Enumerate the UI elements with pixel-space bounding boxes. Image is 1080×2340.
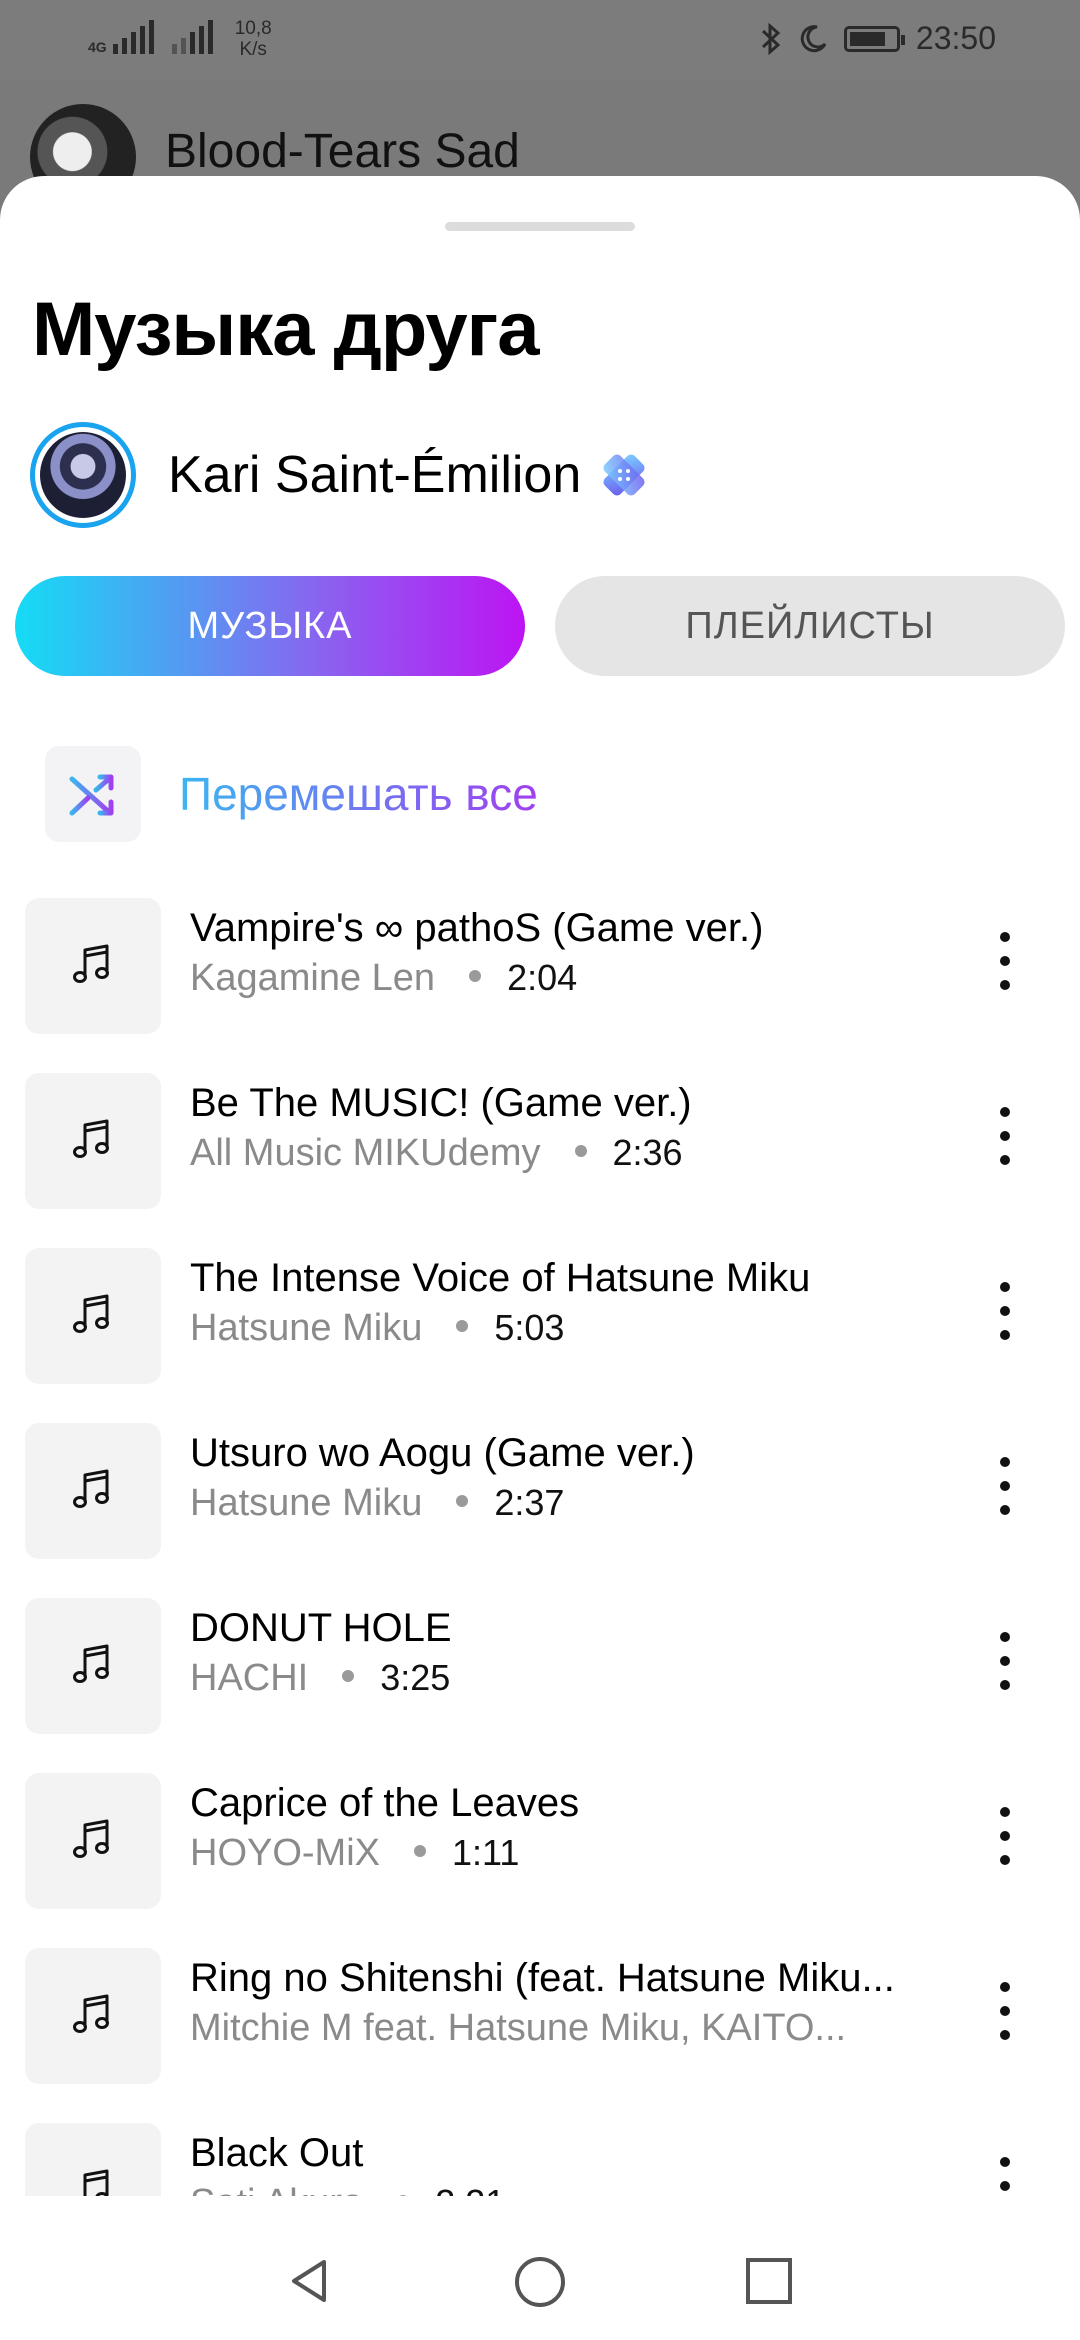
track-subtitle: Mitchie M feat. Hatsune Miku, KAITO... xyxy=(190,2007,950,2050)
track-row[interactable]: Be The MUSIC! (Game ver.) All Music MIKUd… xyxy=(0,1065,1080,1240)
separator-dot xyxy=(574,1145,587,1158)
music-note-icon xyxy=(71,942,115,991)
track-duration: 2:21 xyxy=(435,2182,505,2196)
track-row[interactable]: DONUT HOLE HACHI 3:25 xyxy=(0,1590,1080,1765)
track-list: Vampire's ∞ pathoS (Game ver.) Kagamine L… xyxy=(0,890,1080,2196)
track-cover xyxy=(25,898,161,1034)
network-type: 4G xyxy=(88,39,107,55)
friend-name: Kari Saint-Émilion xyxy=(168,446,582,504)
cellular-signal-icon-2 xyxy=(171,18,213,54)
track-artist: Hatsune Miku xyxy=(190,1482,423,1524)
verified-badge-icon xyxy=(603,454,645,496)
track-title: Ring no Shitenshi (feat. Hatsune Miku... xyxy=(190,1956,895,2000)
music-note-icon xyxy=(71,1292,115,1341)
music-note-icon xyxy=(71,1642,115,1691)
track-artist: Mitchie M feat. Hatsune Miku, KAITO... xyxy=(190,2007,847,2049)
music-note-icon xyxy=(71,2167,115,2196)
shuffle-all-button[interactable]: Перемешать все xyxy=(45,746,538,842)
tab-playlists[interactable]: ПЛЕЙЛИСТЫ xyxy=(555,576,1065,676)
more-options-icon[interactable] xyxy=(985,1101,1025,1171)
track-title: Vampire's ∞ pathoS (Game ver.) xyxy=(190,906,764,950)
shuffle-all-label: Перемешать все xyxy=(179,768,538,820)
clock: 23:50 xyxy=(915,20,996,56)
more-options-icon[interactable] xyxy=(985,1276,1025,1346)
track-artist: Sati Akura xyxy=(190,2182,363,2196)
more-options-icon[interactable] xyxy=(985,1451,1025,1521)
separator-dot xyxy=(397,2195,410,2196)
track-cover xyxy=(25,2123,161,2196)
track-artist: Kagamine Len xyxy=(190,957,436,999)
track-title: The Intense Voice of Hatsune Miku xyxy=(190,1256,811,1300)
bluetooth-icon xyxy=(761,22,781,55)
back-icon[interactable] xyxy=(284,2256,334,2306)
status-bar: 4G 10,8 K/s 23:50 xyxy=(0,0,1080,80)
tab-music[interactable]: МУЗЫКА xyxy=(15,576,525,676)
more-options-icon[interactable] xyxy=(985,2151,1025,2196)
home-icon[interactable] xyxy=(514,2256,566,2308)
moon-icon xyxy=(800,24,827,52)
separator-dot xyxy=(456,1495,469,1508)
cellular-signal-icon: 4G xyxy=(88,18,154,54)
separator-dot xyxy=(456,1320,469,1333)
track-subtitle: Hatsune Miku 2:37 xyxy=(190,1482,950,1525)
track-title: DONUT HOLE xyxy=(190,1606,452,1650)
track-cover xyxy=(25,1948,161,2084)
bottom-sheet: Музыка друга Kari Saint-Émilion МУЗЫКА П… xyxy=(0,176,1080,2340)
shuffle-icon-box xyxy=(45,746,141,842)
track-cover xyxy=(25,1423,161,1559)
track-subtitle: HOYO-MiX 1:11 xyxy=(190,1832,950,1875)
track-duration: 3:25 xyxy=(380,1657,451,1698)
network-speed: 10,8 K/s xyxy=(234,18,272,60)
track-cover xyxy=(25,1598,161,1734)
recents-icon[interactable] xyxy=(744,2256,794,2306)
track-row[interactable]: Caprice of the Leaves HOYO-MiX 1:11 xyxy=(0,1765,1080,1940)
track-duration: 2:36 xyxy=(612,1132,683,1173)
track-cover xyxy=(25,1073,161,1209)
track-row[interactable]: Utsuro wo Aogu (Game ver.) Hatsune Miku 2:… xyxy=(0,1415,1080,1590)
track-title: Be The MUSIC! (Game ver.) xyxy=(190,1081,692,1125)
track-title: Black Out xyxy=(190,2131,364,2175)
more-options-icon[interactable] xyxy=(985,1976,1025,2046)
music-note-icon xyxy=(71,1817,115,1866)
track-artist: All Music MIKUdemy xyxy=(190,1132,541,1174)
separator-dot xyxy=(469,970,482,983)
track-title: Utsuro wo Aogu (Game ver.) xyxy=(190,1431,695,1475)
track-duration: 1:11 xyxy=(452,1832,520,1873)
more-options-icon[interactable] xyxy=(985,1626,1025,1696)
battery-icon xyxy=(843,25,905,52)
track-row[interactable]: Ring no Shitenshi (feat. Hatsune Miku...… xyxy=(0,1940,1080,2115)
track-title: Caprice of the Leaves xyxy=(190,1781,580,1825)
track-subtitle: Sati Akura 2:21 xyxy=(190,2182,950,2196)
music-note-icon xyxy=(71,1117,115,1166)
tab-bar: МУЗЫКА ПЛЕЙЛИСТЫ xyxy=(15,576,1065,676)
track-cover xyxy=(25,1248,161,1384)
track-subtitle: HACHI 3:25 xyxy=(190,1657,950,1700)
track-row[interactable]: Vampire's ∞ pathoS (Game ver.) Kagamine L… xyxy=(0,890,1080,1065)
track-cover xyxy=(25,1773,161,1909)
shuffle-icon xyxy=(69,774,114,816)
system-nav-bar xyxy=(0,2220,1080,2340)
music-note-icon xyxy=(71,1992,115,2041)
track-subtitle: Hatsune Miku 5:03 xyxy=(190,1307,950,1350)
more-options-icon[interactable] xyxy=(985,1801,1025,1871)
friend-profile[interactable]: Kari Saint-Émilion xyxy=(30,422,649,528)
track-duration: 2:37 xyxy=(494,1482,565,1523)
track-artist: HOYO-MiX xyxy=(190,1832,380,1874)
music-note-icon xyxy=(71,1467,115,1516)
track-subtitle: Kagamine Len 2:04 xyxy=(190,957,950,1000)
more-options-icon[interactable] xyxy=(985,926,1025,996)
track-duration: 2:04 xyxy=(507,957,578,998)
avatar[interactable] xyxy=(30,422,136,528)
background-title: Blood-Tears Sad xyxy=(165,125,520,178)
separator-dot xyxy=(342,1670,355,1683)
track-row[interactable]: The Intense Voice of Hatsune Miku Hatsune… xyxy=(0,1240,1080,1415)
page-title: Музыка друга xyxy=(32,287,540,372)
track-subtitle: All Music MIKUdemy 2:36 xyxy=(190,1132,950,1175)
track-artist: Hatsune Miku xyxy=(190,1307,423,1349)
track-duration: 5:03 xyxy=(494,1307,565,1348)
track-artist: HACHI xyxy=(190,1657,309,1699)
separator-dot xyxy=(414,1845,426,1858)
drag-handle[interactable] xyxy=(445,222,635,231)
track-row[interactable]: Black Out Sati Akura 2:21 xyxy=(0,2115,1080,2196)
